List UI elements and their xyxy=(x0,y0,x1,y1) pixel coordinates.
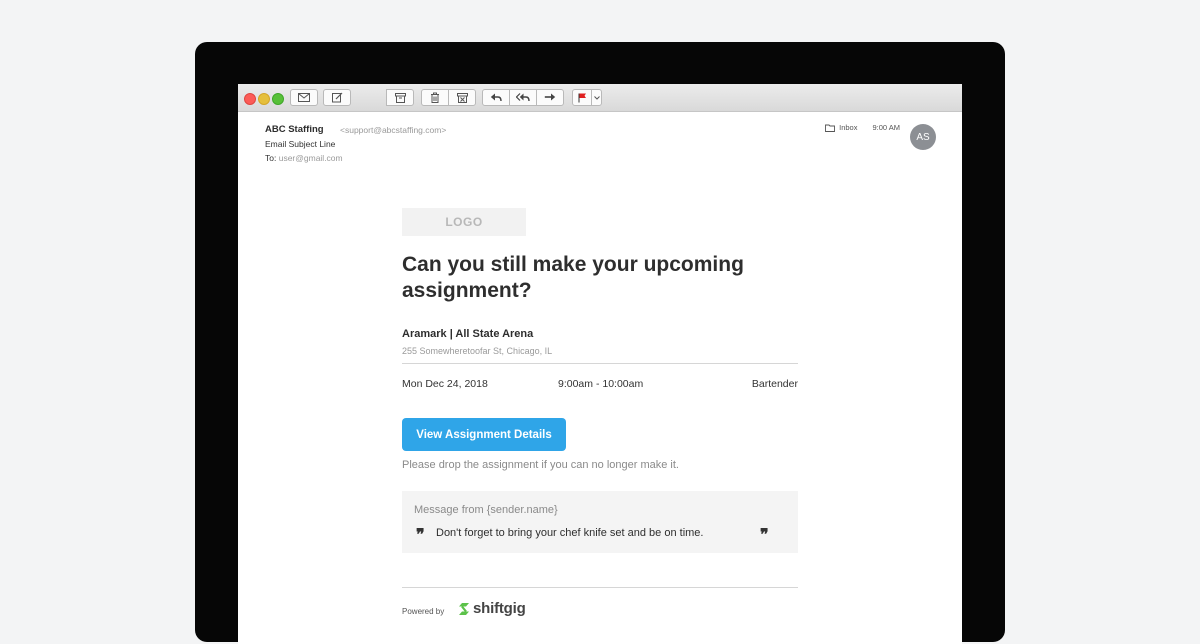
email-headline: Can you still make your upcoming assignm… xyxy=(402,253,744,302)
archive-button[interactable] xyxy=(386,89,414,106)
flag-icon xyxy=(578,93,586,102)
delete-button[interactable] xyxy=(421,89,449,106)
message-text: Don't forget to bring your chef knife se… xyxy=(436,527,704,539)
email-subject: Email Subject Line xyxy=(265,139,336,149)
recipient-line: To: user@gmail.com xyxy=(265,153,343,163)
sender-name: ABC Staffing xyxy=(265,124,324,135)
junk-button[interactable] xyxy=(448,89,476,106)
reply-icon xyxy=(490,93,502,102)
logo-placeholder: LOGO xyxy=(402,208,526,236)
flag-group xyxy=(572,89,602,106)
reply-group xyxy=(482,89,564,106)
message-from-label: Message from {sender.name} xyxy=(414,504,558,516)
get-mail-button[interactable] xyxy=(290,89,318,106)
reply-all-icon xyxy=(516,93,530,102)
trash-icon xyxy=(431,92,439,103)
shiftgig-logo-icon xyxy=(459,602,469,615)
minimize-window-button[interactable] xyxy=(258,93,270,105)
compose-icon xyxy=(331,92,342,103)
reply-button[interactable] xyxy=(482,89,510,106)
close-quote-icon: ❞ xyxy=(760,525,769,544)
folder-label[interactable]: Inbox xyxy=(839,123,857,132)
recipient-address: user@gmail.com xyxy=(278,153,343,163)
venue-address: 255 Somewheretoofar St, Chicago, IL xyxy=(402,346,553,356)
powered-by-label: Powered by xyxy=(402,607,445,616)
chevron-down-icon xyxy=(593,95,600,100)
brand-name: shiftgig xyxy=(473,600,526,617)
sender-email: <support@abcstaffing.com> xyxy=(340,125,447,135)
forward-icon xyxy=(544,93,556,101)
message-meta: Inbox 9:00 AM xyxy=(825,123,900,132)
assignment-time: 9:00am - 10:00am xyxy=(558,378,644,390)
sender-message-box: Message from {sender.name} ❞ Don't forge… xyxy=(402,491,798,553)
flag-menu-button[interactable] xyxy=(591,89,602,106)
folder-icon xyxy=(825,124,836,132)
shiftgig-logo[interactable]: shiftgig xyxy=(458,600,526,617)
divider xyxy=(402,363,798,364)
forward-button[interactable] xyxy=(536,89,564,106)
venue-name: Aramark | All State Arena xyxy=(402,328,534,340)
footer-divider xyxy=(402,587,798,588)
mail-icon xyxy=(298,93,310,102)
avatar: AS xyxy=(910,124,936,150)
mail-toolbar xyxy=(238,84,962,112)
message-actions-group xyxy=(386,89,414,106)
open-quote-icon: ❞ xyxy=(416,525,425,544)
assignment-date: Mon Dec 24, 2018 xyxy=(402,378,488,390)
junk-icon xyxy=(456,92,468,103)
assignment-role: Bartender xyxy=(751,378,798,390)
mail-window: ABC Staffing <support@abcstaffing.com> E… xyxy=(238,84,962,644)
close-window-button[interactable] xyxy=(244,93,256,105)
message-time: 9:00 AM xyxy=(872,123,900,132)
archive-icon xyxy=(394,92,406,103)
view-assignment-details-button[interactable]: View Assignment Details xyxy=(402,418,566,451)
zoom-window-button[interactable] xyxy=(272,93,284,105)
to-label: To: xyxy=(265,153,277,163)
flag-button[interactable] xyxy=(572,89,592,106)
compose-button[interactable] xyxy=(323,89,351,106)
drop-assignment-note: Please drop the assignment if you can no… xyxy=(402,459,679,471)
reply-all-button[interactable] xyxy=(509,89,537,106)
delete-group xyxy=(421,89,476,106)
